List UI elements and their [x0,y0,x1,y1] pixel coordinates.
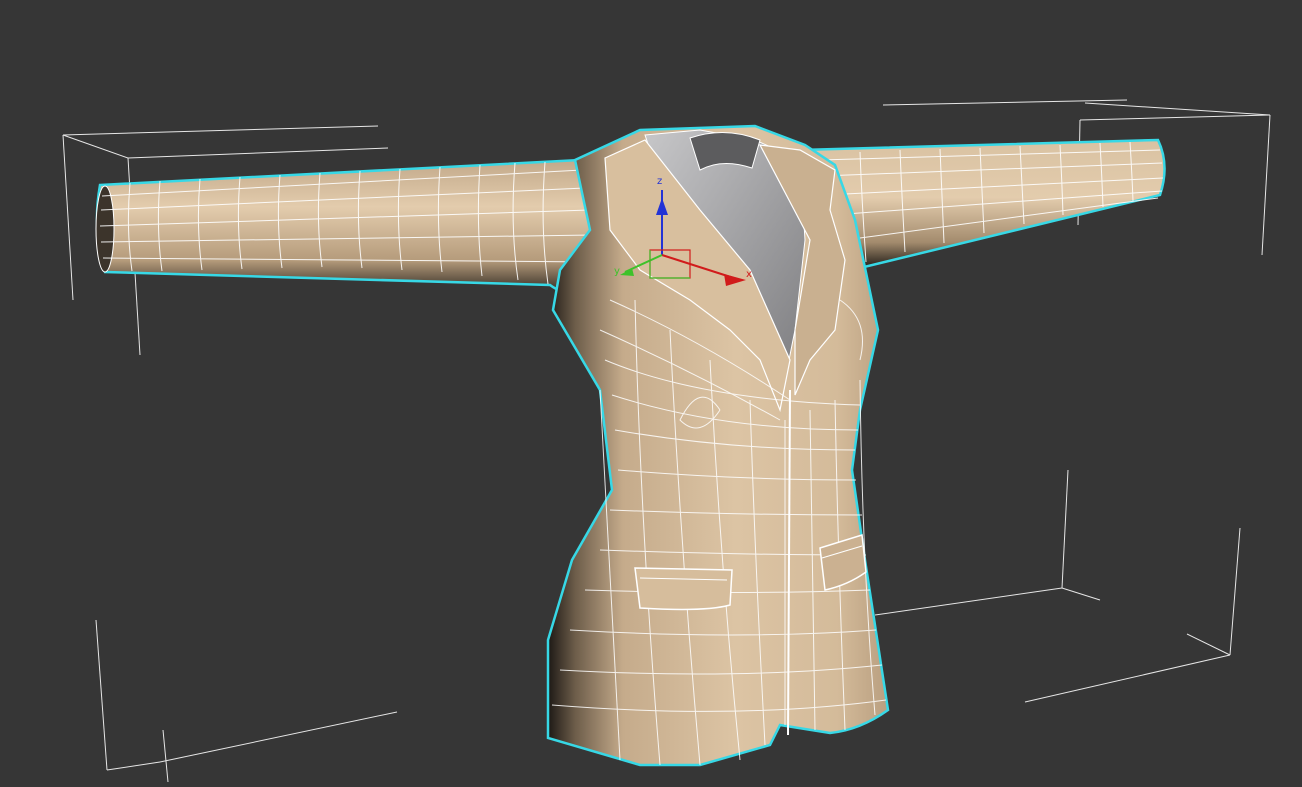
jacket-torso[interactable] [546,124,890,767]
3d-viewport[interactable]: z x y [0,0,1302,787]
left-pocket [634,567,733,611]
left-sleeve[interactable] [95,158,607,296]
y-axis-label: y [614,266,620,277]
x-axis-label: x [746,269,752,280]
viewport-scene[interactable]: z x y [0,0,1302,787]
z-axis-label: z [657,176,662,187]
left-cuff-opening [95,185,115,273]
